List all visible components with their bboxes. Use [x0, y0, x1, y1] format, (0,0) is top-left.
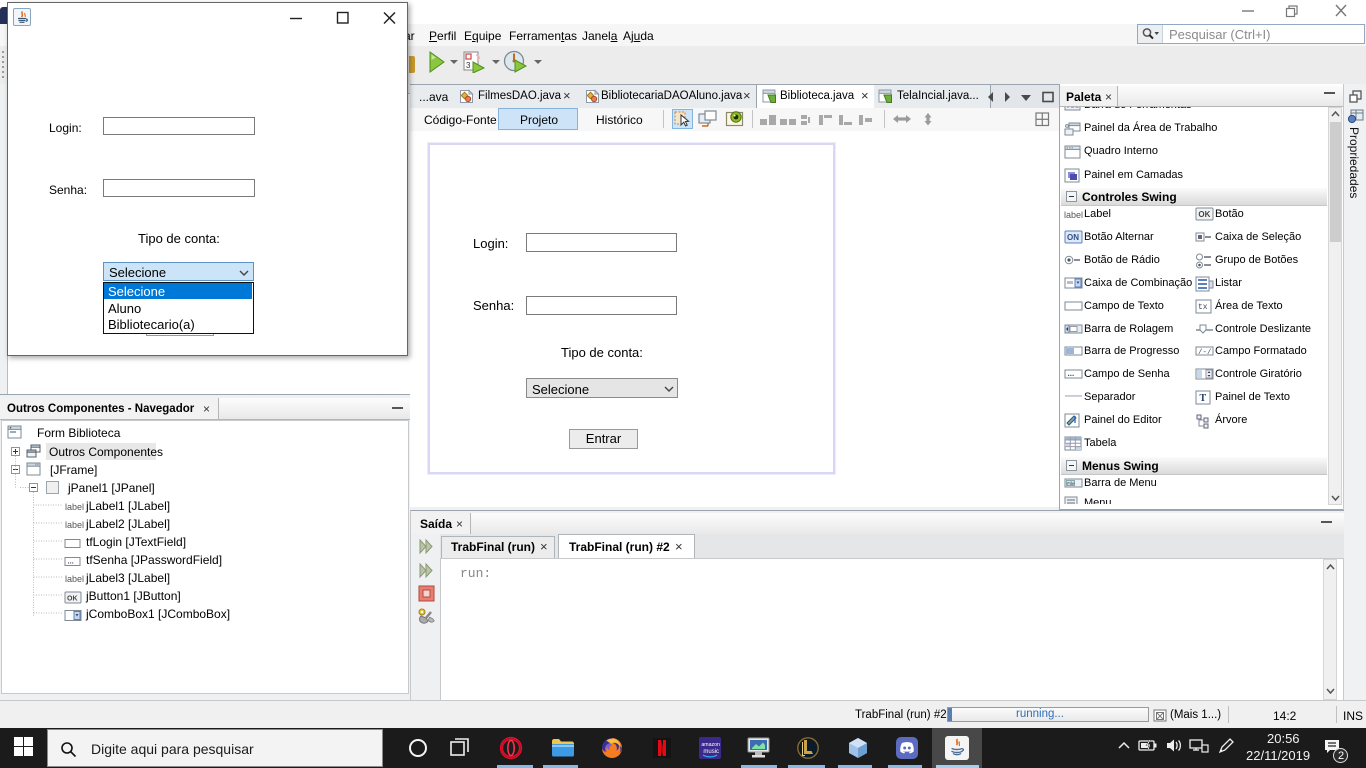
svg-text:...: ... — [1068, 369, 1075, 378]
svg-text:amazon: amazon — [701, 742, 720, 748]
svg-text:T: T — [1200, 393, 1207, 404]
svg-text:tx: tx — [1198, 303, 1208, 312]
svg-text:File: File — [1067, 481, 1075, 486]
svg-text:music: music — [703, 749, 719, 755]
svg-text:ON: ON — [1067, 233, 1079, 242]
svg-text:3: 3 — [466, 61, 471, 70]
svg-text:/-/: /-/ — [1198, 349, 1212, 357]
svg-text:OK: OK — [1198, 210, 1210, 219]
